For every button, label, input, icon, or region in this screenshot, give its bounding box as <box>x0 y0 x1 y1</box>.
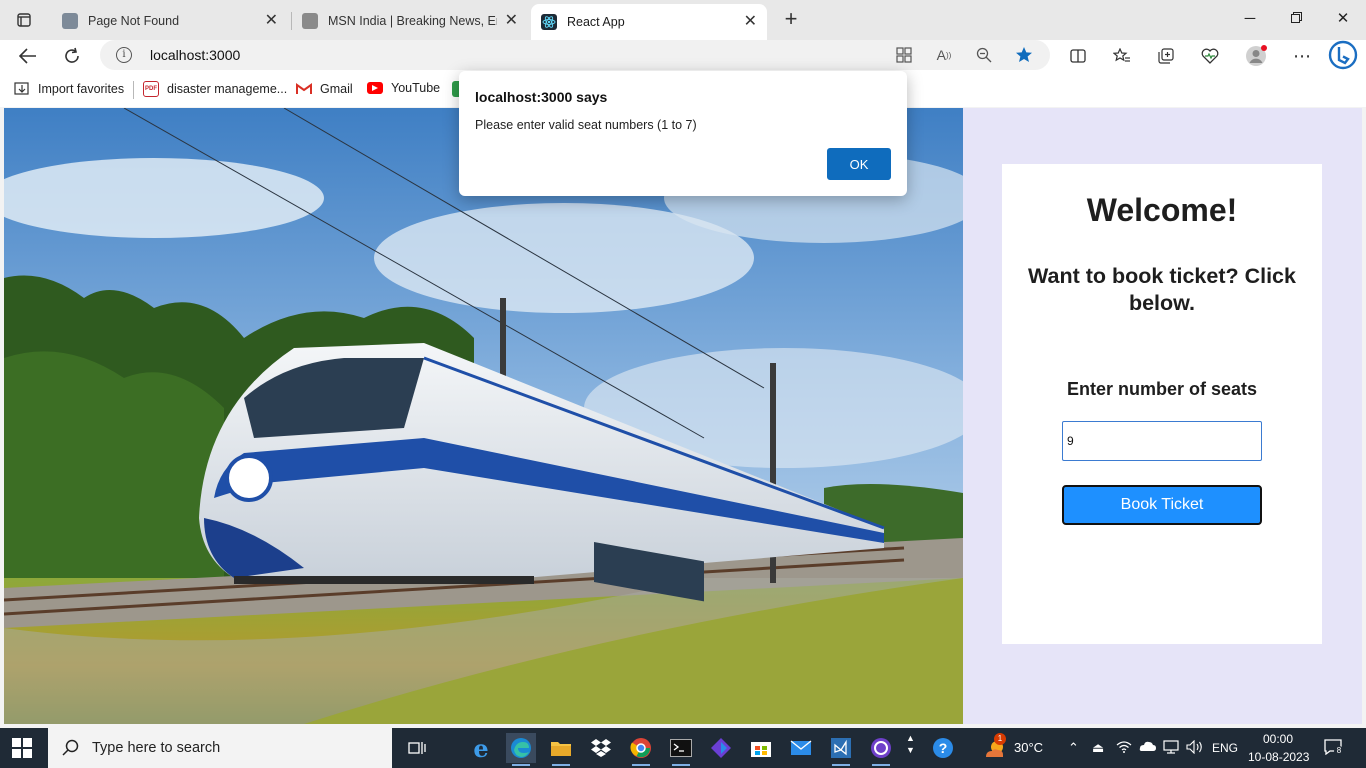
address-bar[interactable]: i localhost:3000 A)) <box>100 40 1050 70</box>
start-button[interactable] <box>12 738 32 758</box>
youtube-icon <box>367 82 383 94</box>
favorite-label: disaster manageme... <box>167 82 288 96</box>
favorite-label: YouTube <box>391 81 441 95</box>
read-aloud-icon[interactable]: A)) <box>934 45 954 65</box>
react-favicon-icon <box>541 14 557 30</box>
address-url[interactable]: localhost:3000 <box>150 47 240 63</box>
train-image <box>4 108 963 724</box>
github-desktop-icon[interactable] <box>866 733 896 766</box>
usb-device-icon[interactable]: ⏏ <box>1092 740 1104 756</box>
vscode-icon[interactable] <box>826 733 856 766</box>
mail-icon[interactable] <box>786 733 816 763</box>
favorite-import[interactable]: Import favorites <box>14 81 124 97</box>
tab-title: Page Not Found <box>88 14 180 28</box>
back-button[interactable] <box>14 42 42 70</box>
weather-badge: 1 <box>994 733 1006 745</box>
browser-essentials-icon[interactable] <box>1198 44 1222 68</box>
microsoft-store-icon[interactable] <box>746 733 776 763</box>
tab-react-app[interactable]: React App ✕ <box>531 4 767 40</box>
file-explorer-icon[interactable] <box>546 733 576 766</box>
edge-icon[interactable] <box>506 733 536 766</box>
favorites-separator <box>133 81 134 99</box>
app-available-icon[interactable] <box>894 45 914 65</box>
welcome-heading: Welcome! <box>1086 192 1238 228</box>
power-automate-icon[interactable] <box>706 733 736 763</box>
volume-icon[interactable] <box>1186 739 1204 758</box>
book-ticket-subtitle: Want to book ticket? Click below. <box>1028 264 1296 315</box>
react-favicon-icon <box>62 13 78 29</box>
notifications-icon[interactable]: 8 <box>1324 739 1344 759</box>
seats-label: Enter number of seats <box>1066 379 1258 399</box>
booking-panel: Welcome! Want to book ticket? Click belo… <box>1002 164 1322 644</box>
onedrive-icon[interactable] <box>1139 740 1157 756</box>
tab-actions-button[interactable] <box>10 9 38 31</box>
tab-title: React App <box>567 15 625 29</box>
gmail-icon <box>296 81 312 97</box>
alert-dialog: localhost:3000 says Please enter valid s… <box>459 71 907 196</box>
internet-explorer-icon[interactable]: e <box>466 733 496 763</box>
book-ticket-button[interactable]: Book Ticket <box>1062 485 1262 525</box>
close-window-button[interactable]: ✕ <box>1331 8 1355 30</box>
favorite-star-icon[interactable] <box>1014 45 1034 65</box>
collections-icon[interactable] <box>1154 44 1178 68</box>
task-view-icon[interactable] <box>402 733 432 763</box>
tab-close-icon[interactable]: ✕ <box>265 13 278 29</box>
pdf-icon: PDF <box>143 81 159 97</box>
restore-icon <box>1290 12 1302 23</box>
clock-time[interactable]: 00:00 <box>1262 732 1294 746</box>
tab-msn[interactable]: MSN India | Breaking News, Ente ✕ <box>292 6 528 36</box>
search-icon <box>62 739 79 756</box>
language-indicator[interactable]: ENG <box>1212 741 1238 755</box>
alert-title: localhost:3000 says <box>475 89 608 105</box>
browser-toolbar: i localhost:3000 A)) ⋯ <box>0 40 1366 72</box>
restore-button[interactable] <box>1284 8 1308 30</box>
svg-text:?: ? <box>939 740 948 756</box>
tab-strip: Page Not Found ✕ MSN India | Breaking Ne… <box>0 0 1366 40</box>
favorite-label: Gmail <box>320 82 353 96</box>
favorite-youtube[interactable]: YouTube <box>367 81 440 95</box>
msn-favicon-icon <box>302 13 318 29</box>
show-hidden-icons[interactable]: ⌃ <box>1068 740 1079 756</box>
favorite-gmail[interactable]: Gmail <box>296 81 353 97</box>
tab-close-icon[interactable]: ✕ <box>505 13 518 29</box>
bing-chat-icon[interactable] <box>1328 40 1358 70</box>
page-content: Welcome! Want to book ticket? Click belo… <box>4 108 1362 724</box>
tab-close-icon[interactable]: ✕ <box>744 14 757 30</box>
search-placeholder: Type here to search <box>92 740 221 756</box>
back-arrow-icon <box>19 48 36 64</box>
favorite-label: Import favorites <box>38 82 125 96</box>
dropbox-icon[interactable] <box>586 733 616 763</box>
windows-logo-icon <box>12 738 32 758</box>
zoom-out-icon[interactable] <box>974 45 994 65</box>
help-icon[interactable]: ? <box>928 733 958 763</box>
taskbar-scroll-icon[interactable]: ▲ ▼ <box>906 732 915 756</box>
seats-input[interactable] <box>1062 421 1262 461</box>
import-icon <box>14 81 30 97</box>
settings-more-icon[interactable]: ⋯ <box>1290 44 1314 68</box>
clock-date[interactable]: 10-08-2023 <box>1248 750 1309 764</box>
terminal-icon[interactable] <box>666 733 696 766</box>
taskbar: Type here to search e ▲ ▼ ? 1 30°C ⌃ ⏏ E… <box>0 728 1366 768</box>
minimize-button[interactable]: ─ <box>1238 8 1262 30</box>
favorite-disaster-management[interactable]: PDF disaster manageme... <box>143 81 287 97</box>
alert-ok-button[interactable]: OK <box>827 148 891 180</box>
favorites-icon[interactable] <box>1110 44 1134 68</box>
refresh-button[interactable] <box>58 42 86 70</box>
network-icon[interactable] <box>1163 740 1179 758</box>
tab-actions-icon <box>17 13 31 27</box>
split-screen-icon[interactable] <box>1066 44 1090 68</box>
alert-message: Please enter valid seat numbers (1 to 7) <box>475 118 697 132</box>
taskbar-search[interactable]: Type here to search <box>48 728 392 768</box>
site-info-icon[interactable]: i <box>116 47 132 63</box>
new-tab-button[interactable]: + <box>778 8 804 32</box>
chrome-icon[interactable] <box>626 733 656 766</box>
wifi-icon[interactable] <box>1116 740 1132 758</box>
tab-title: MSN India | Breaking News, Ente <box>328 14 497 28</box>
notification-count: 8 <box>1334 746 1344 756</box>
refresh-icon <box>65 47 79 63</box>
weather-temperature: 30°C <box>1014 740 1044 755</box>
weather-icon[interactable]: 1 <box>980 733 1010 763</box>
profile-avatar[interactable] <box>1244 44 1268 68</box>
tab-page-not-found[interactable]: Page Not Found ✕ <box>52 6 288 36</box>
